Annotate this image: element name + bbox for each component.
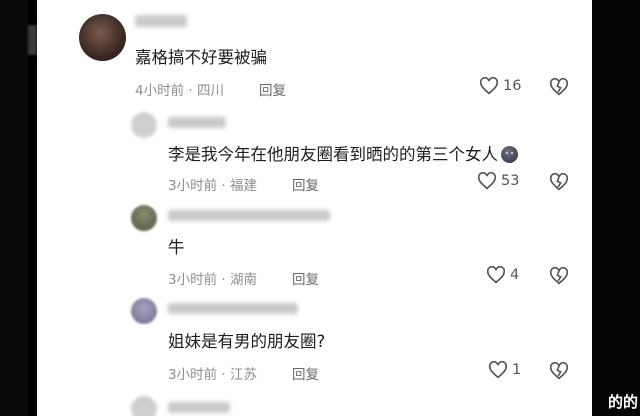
like-count: 16 [503, 78, 522, 94]
broken-heart-icon[interactable] [549, 78, 569, 96]
comment-text: 牛 [168, 238, 185, 257]
left-dark-margin [0, 0, 28, 416]
reply-button[interactable]: 回复 [292, 363, 319, 383]
reply-button[interactable]: 回复 [259, 79, 286, 99]
broken-heart-icon[interactable] [549, 173, 569, 191]
heart-icon [488, 361, 508, 379]
username-blurred[interactable] [168, 402, 230, 413]
emoji-icon [501, 146, 518, 163]
like-button[interactable]: 1 [488, 361, 521, 379]
heart-icon [477, 172, 497, 190]
username-blurred[interactable] [135, 15, 187, 27]
like-count: 4 [510, 267, 520, 283]
comment-text: 姐妹是有男的朋友圈? [168, 332, 326, 351]
avatar[interactable] [131, 205, 157, 231]
left-edge-shadow [28, 25, 37, 55]
like-button[interactable]: 4 [486, 266, 519, 284]
like-count: 1 [512, 362, 522, 378]
comment-meta: 3小时前 · 江苏 [168, 367, 257, 383]
watermark: 的的 [607, 393, 638, 411]
avatar[interactable] [131, 396, 157, 416]
right-dark-margin [592, 0, 640, 416]
username-blurred[interactable] [168, 210, 330, 221]
comment-screen: 嘉格搞不好要被骗 4小时前 · 四川 回复 16 李是我今年在他朋友圈看到晒的的… [37, 0, 592, 416]
comment-meta: 3小时前 · 湖南 [168, 272, 257, 288]
comment-text: 李是我今年在他朋友圈看到晒的的第三个女人 [168, 141, 518, 165]
avatar[interactable] [131, 112, 157, 138]
avatar[interactable] [79, 14, 126, 61]
comment-meta: 4小时前 · 四川 [135, 83, 224, 99]
comment-meta: 3小时前 · 福建 [168, 178, 257, 194]
broken-heart-icon[interactable] [549, 267, 569, 285]
username-blurred[interactable] [168, 117, 226, 128]
like-button[interactable]: 53 [477, 172, 519, 190]
avatar[interactable] [131, 298, 157, 324]
heart-icon [479, 77, 499, 95]
reply-button[interactable]: 回复 [292, 174, 319, 194]
broken-heart-icon[interactable] [549, 362, 569, 380]
like-count: 53 [501, 173, 520, 189]
heart-icon [486, 266, 506, 284]
like-button[interactable]: 16 [479, 77, 521, 95]
username-blurred[interactable] [168, 303, 298, 314]
comment-text: 嘉格搞不好要被骗 [135, 48, 267, 67]
reply-button[interactable]: 回复 [292, 268, 319, 288]
